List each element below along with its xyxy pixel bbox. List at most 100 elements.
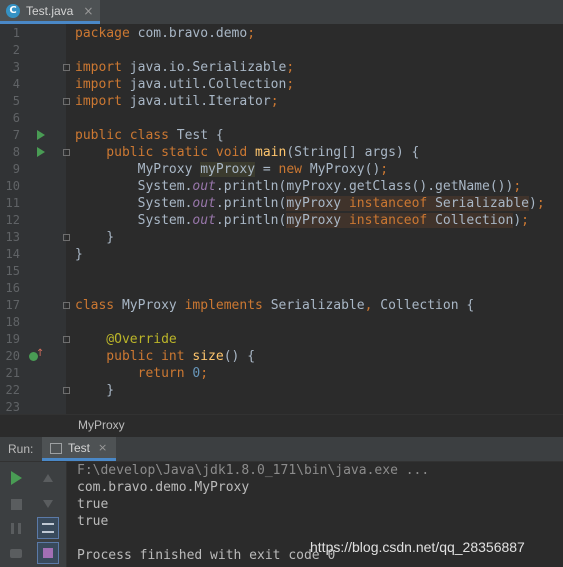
code-token: ) (513, 213, 522, 228)
code-token: } (75, 230, 115, 245)
code-token: Collection { (380, 298, 475, 313)
code-line[interactable]: 14} (0, 246, 563, 263)
close-icon[interactable]: × (98, 441, 107, 454)
code-token: .println(myProxy.getClass().getName()) (215, 179, 514, 194)
console-line: com.bravo.demo.MyProxy (77, 480, 250, 495)
code-token: main (255, 145, 287, 160)
code-line[interactable]: 2 (0, 42, 563, 59)
run-toolbar (0, 462, 67, 567)
line-number: 16 (5, 281, 20, 295)
line-number: 9 (12, 162, 20, 176)
breadcrumb-bar: MyProxy (0, 414, 563, 437)
line-number: 18 (5, 315, 20, 329)
code-line[interactable]: 19 @Override (0, 331, 563, 348)
code-line[interactable]: 11 System.out.println(myProxy instanceof… (0, 195, 563, 212)
rerun-button[interactable] (5, 467, 27, 489)
code-token: ; (513, 179, 522, 194)
code-token: System. (75, 179, 193, 194)
scroll-down-button[interactable] (37, 493, 59, 515)
line-number: 3 (12, 60, 20, 74)
code-token: import (75, 60, 130, 75)
fold-icon[interactable] (63, 149, 70, 156)
code-line[interactable]: 22 } (0, 382, 563, 399)
code-line[interactable]: 17 class MyProxy implements Serializable,… (0, 297, 563, 314)
code-line[interactable]: 16 (0, 280, 563, 297)
line-number: 10 (5, 179, 20, 193)
console-line: Process finished with exit code 0 (77, 548, 336, 563)
code-text: public static void main(String[] args) { (75, 144, 419, 161)
code-token: out (192, 196, 216, 211)
code-token: java.io.Serializable (129, 60, 287, 75)
code-token: ; (200, 366, 209, 381)
line-number: 1 (12, 26, 20, 40)
code-line[interactable]: 1 package com.bravo.demo; (0, 25, 563, 42)
pause-icon (11, 522, 21, 534)
code-line[interactable]: 7 public class Test { (0, 127, 563, 144)
code-editor[interactable]: 1 package com.bravo.demo; 2 3 import java.io… (0, 24, 563, 414)
line-number: 8 (12, 145, 20, 159)
code-text: MyProxy myProxy = new MyProxy(); (75, 161, 388, 178)
code-text: System.out.println(myProxy.getClass().ge… (75, 178, 522, 195)
pause-button[interactable] (5, 517, 27, 539)
fold-icon[interactable] (63, 336, 70, 343)
line-number: 11 (5, 196, 20, 210)
code-line[interactable]: 12 System.out.println(myProxy instanceof… (0, 212, 563, 229)
code-text: return 0; (75, 365, 208, 382)
code-line[interactable]: 20 ↑ public int size() { (0, 348, 563, 365)
console-command-line: F:\develop\Java\jdk1.8.0_171\bin\java.ex… (77, 463, 430, 478)
code-text: } (75, 229, 114, 246)
code-line[interactable]: 23 (0, 399, 563, 414)
run-gutter-icon[interactable] (37, 130, 45, 140)
code-token: ; (270, 94, 279, 109)
code-line[interactable]: 18 (0, 314, 563, 331)
fold-icon[interactable] (63, 302, 70, 309)
code-line[interactable]: 3 import java.io.Serializable; (0, 59, 563, 76)
code-token: } (75, 247, 83, 262)
code-text: public int size() { (75, 348, 255, 365)
fold-icon[interactable] (63, 234, 70, 241)
fold-icon[interactable] (63, 64, 70, 71)
line-number: 23 (5, 400, 20, 414)
code-line[interactable]: 15 (0, 263, 563, 280)
code-token: .println( (215, 213, 287, 228)
camera-icon (10, 548, 22, 558)
code-line[interactable]: 21 return 0; (0, 365, 563, 382)
code-token: com.bravo.demo (137, 26, 248, 41)
arrow-up-icon (43, 474, 53, 482)
code-line[interactable]: 10 System.out.println(myProxy.getClass()… (0, 178, 563, 195)
pin-icon (43, 548, 53, 558)
code-text: import java.util.Iterator; (75, 93, 279, 110)
code-line[interactable]: 6 (0, 110, 563, 127)
fold-icon[interactable] (63, 98, 70, 105)
code-token: instanceof (348, 196, 436, 211)
code-token: MyProxy() (309, 162, 381, 177)
code-line[interactable]: 13 } (0, 229, 563, 246)
code-token: class (75, 298, 122, 313)
run-gutter-icon[interactable] (37, 147, 45, 157)
pin-tab-toggle[interactable] (37, 542, 59, 564)
editor-tab-test-java[interactable]: C Test.java × (0, 0, 100, 24)
run-tab-test[interactable]: Test × (42, 437, 116, 461)
dump-threads-button[interactable] (5, 542, 27, 564)
breadcrumb[interactable]: MyProxy (78, 418, 125, 432)
close-icon[interactable]: × (83, 4, 93, 18)
code-token: Collection (435, 213, 514, 228)
soft-wrap-toggle[interactable] (37, 517, 59, 539)
code-line[interactable]: 5 import java.util.Iterator; (0, 93, 563, 110)
code-line[interactable]: 9 MyProxy myProxy = new MyProxy(); (0, 161, 563, 178)
code-token: MyProxy (75, 162, 201, 177)
code-token: new (278, 162, 310, 177)
stop-icon (10, 498, 22, 510)
code-token: , (364, 298, 381, 313)
scroll-up-button[interactable] (37, 467, 59, 489)
fold-icon[interactable] (63, 387, 70, 394)
code-text: @Override (75, 331, 176, 348)
override-arrow-icon: ↑ (36, 348, 45, 359)
code-token: implements (184, 298, 271, 313)
stop-button[interactable] (5, 493, 27, 515)
code-line[interactable]: 8 public static void main(String[] args)… (0, 144, 563, 161)
run-label: Run: (8, 442, 34, 456)
code-token: = (255, 162, 279, 177)
code-token: import (75, 94, 130, 109)
code-line[interactable]: 4 import java.util.Collection; (0, 76, 563, 93)
